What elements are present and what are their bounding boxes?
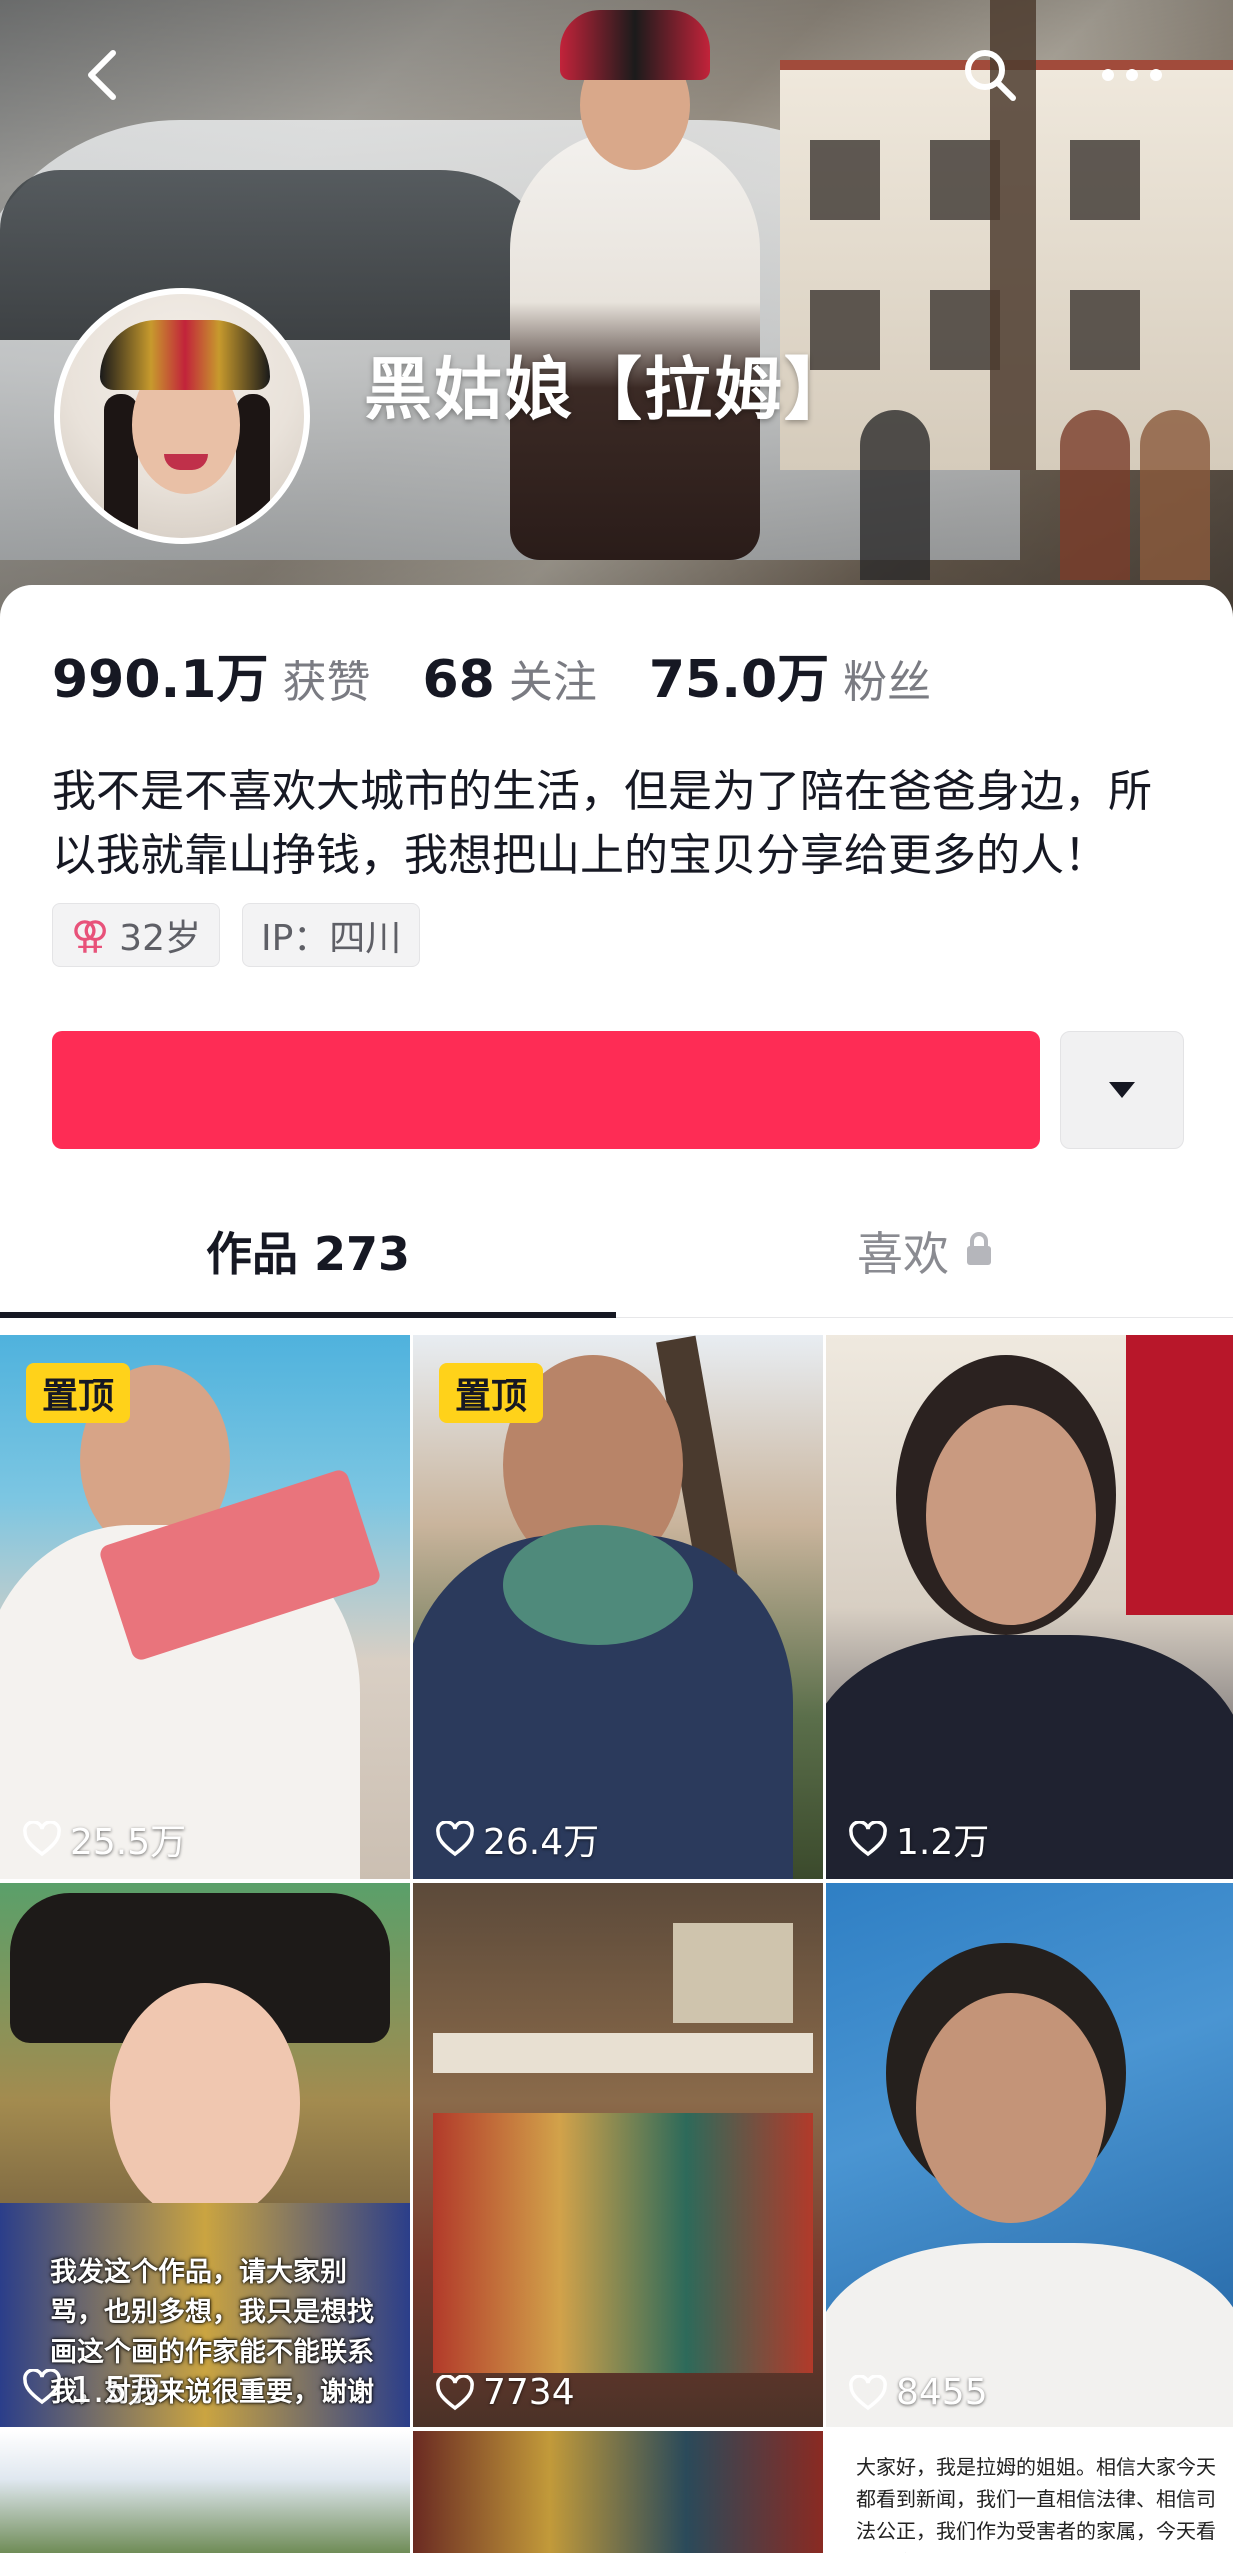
cover-window	[1070, 290, 1140, 370]
female-icon: ⚢	[71, 913, 110, 957]
video-thumbnail[interactable]	[0, 2431, 410, 2553]
profile-name: 黑姑娘【拉姆】	[364, 351, 855, 430]
cover-window	[810, 140, 880, 220]
back-arrow-icon[interactable]	[66, 40, 136, 110]
tab-active-indicator	[0, 1312, 616, 1318]
like-count-value: 25.5万	[70, 1822, 187, 1863]
pinned-badge: 置顶	[26, 1363, 130, 1423]
like-count-value: 1.2万	[896, 1822, 990, 1863]
like-count-value: 1.5万	[70, 2370, 164, 2411]
video-caption: 大家好，我是拉姆的姐姐。相信大家今天都看到新闻，我们一直相信法律、相信司法公正，…	[856, 2455, 1216, 2553]
video-thumbnail[interactable]: 7734	[413, 1883, 823, 2427]
stat-label: 关注	[508, 657, 597, 708]
thumb-face	[110, 1983, 300, 2223]
video-thumbnail[interactable]	[413, 2431, 823, 2553]
like-count: 1.2万	[848, 1813, 989, 1865]
heart-icon	[23, 2369, 61, 2405]
cover-dancer	[470, 0, 800, 560]
like-count-value: 26.4万	[483, 1822, 600, 1863]
heart-icon	[849, 2374, 887, 2410]
age-tag: ⚢ 32岁	[52, 903, 220, 967]
heart-icon	[23, 1821, 61, 1857]
ip-tag-label: IP：四川	[260, 918, 402, 959]
stat-likes: 990.1万 获赞	[52, 637, 370, 712]
tab-works-label: 作品 273	[205, 1227, 411, 1281]
thumb-banner	[1126, 1335, 1233, 1615]
cover-person	[1060, 410, 1130, 580]
cover-person	[860, 410, 930, 580]
heart-icon	[436, 2374, 474, 2410]
video-thumbnail[interactable]: 1.2万	[826, 1335, 1233, 1879]
tab-liked-label: 喜欢	[857, 1227, 949, 1281]
cover-person	[1140, 410, 1210, 580]
more-options-button[interactable]	[1060, 1031, 1184, 1149]
like-count: 1.5万	[22, 2361, 163, 2413]
like-count: 25.5万	[22, 1813, 186, 1865]
video-thumbnail[interactable]: 我发这个作品，请大家别骂，也别多想，我只是想找画这个画的作家能不能联系我，对我来…	[0, 1883, 410, 2427]
more-dots-icon[interactable]	[1097, 40, 1167, 110]
cover-window	[1070, 140, 1140, 220]
thumb-scarf	[503, 1525, 693, 1645]
ip-tag: IP：四川	[241, 903, 421, 967]
profile-stats: 990.1万 获赞 68 关注 75.0万 粉丝	[52, 637, 983, 712]
thumb-face	[926, 1405, 1096, 1625]
like-count: 26.4万	[435, 1813, 599, 1865]
video-thumbnail[interactable]: 置顶 26.4万	[413, 1335, 823, 1879]
stat-label: 粉丝	[843, 657, 932, 708]
thumb-face	[916, 1993, 1106, 2223]
stat-followers[interactable]: 75.0万 粉丝	[649, 637, 931, 712]
stat-number: 75.0万	[648, 650, 830, 710]
heart-icon	[436, 1821, 474, 1857]
thumb-shelf	[433, 2033, 813, 2073]
stat-following[interactable]: 68 关注	[422, 646, 596, 710]
search-icon[interactable]	[955, 40, 1025, 110]
profile-bio: 我不是不喜欢大城市的生活，但是为了陪在爸爸身边，所以我就靠山挣钱，我想把山上的宝…	[52, 766, 1152, 881]
dancer-hat	[560, 10, 710, 80]
video-thumbnail[interactable]: 置顶 25.5万	[0, 1335, 410, 1879]
like-count-value: 7734	[483, 2372, 575, 2413]
video-thumbnail[interactable]: 大家好，我是拉姆的姐姐。相信大家今天都看到新闻，我们一直相信法律、相信司法公正，…	[826, 2431, 1233, 2553]
caret-down-icon	[1109, 1082, 1135, 1098]
tab-liked[interactable]: 喜欢	[617, 1185, 1233, 1317]
follow-button[interactable]	[52, 1031, 1040, 1149]
heart-icon	[849, 1821, 887, 1857]
like-count: 7734	[435, 2372, 575, 2413]
avatar-hair	[236, 394, 270, 538]
stat-number: 68	[422, 650, 495, 710]
like-count-value: 8455	[896, 2372, 988, 2413]
avatar-hat	[100, 320, 270, 390]
profile-tags: ⚢ 32岁 IP：四川	[52, 903, 442, 967]
like-count: 8455	[848, 2372, 988, 2413]
thumb-picture	[673, 1923, 793, 2023]
video-thumbnail[interactable]: 8455	[826, 1883, 1233, 2427]
lock-icon	[965, 1224, 993, 1278]
profile-tabs: 作品 273 喜欢	[0, 1185, 1233, 1318]
pinned-badge: 置顶	[439, 1363, 543, 1423]
tab-works[interactable]: 作品 273	[0, 1185, 616, 1318]
age-tag-label: 32岁	[119, 918, 201, 959]
thumb-altar	[433, 2113, 813, 2373]
avatar[interactable]	[54, 288, 310, 544]
stat-label: 获赞	[282, 657, 371, 708]
stat-number: 990.1万	[52, 650, 269, 710]
